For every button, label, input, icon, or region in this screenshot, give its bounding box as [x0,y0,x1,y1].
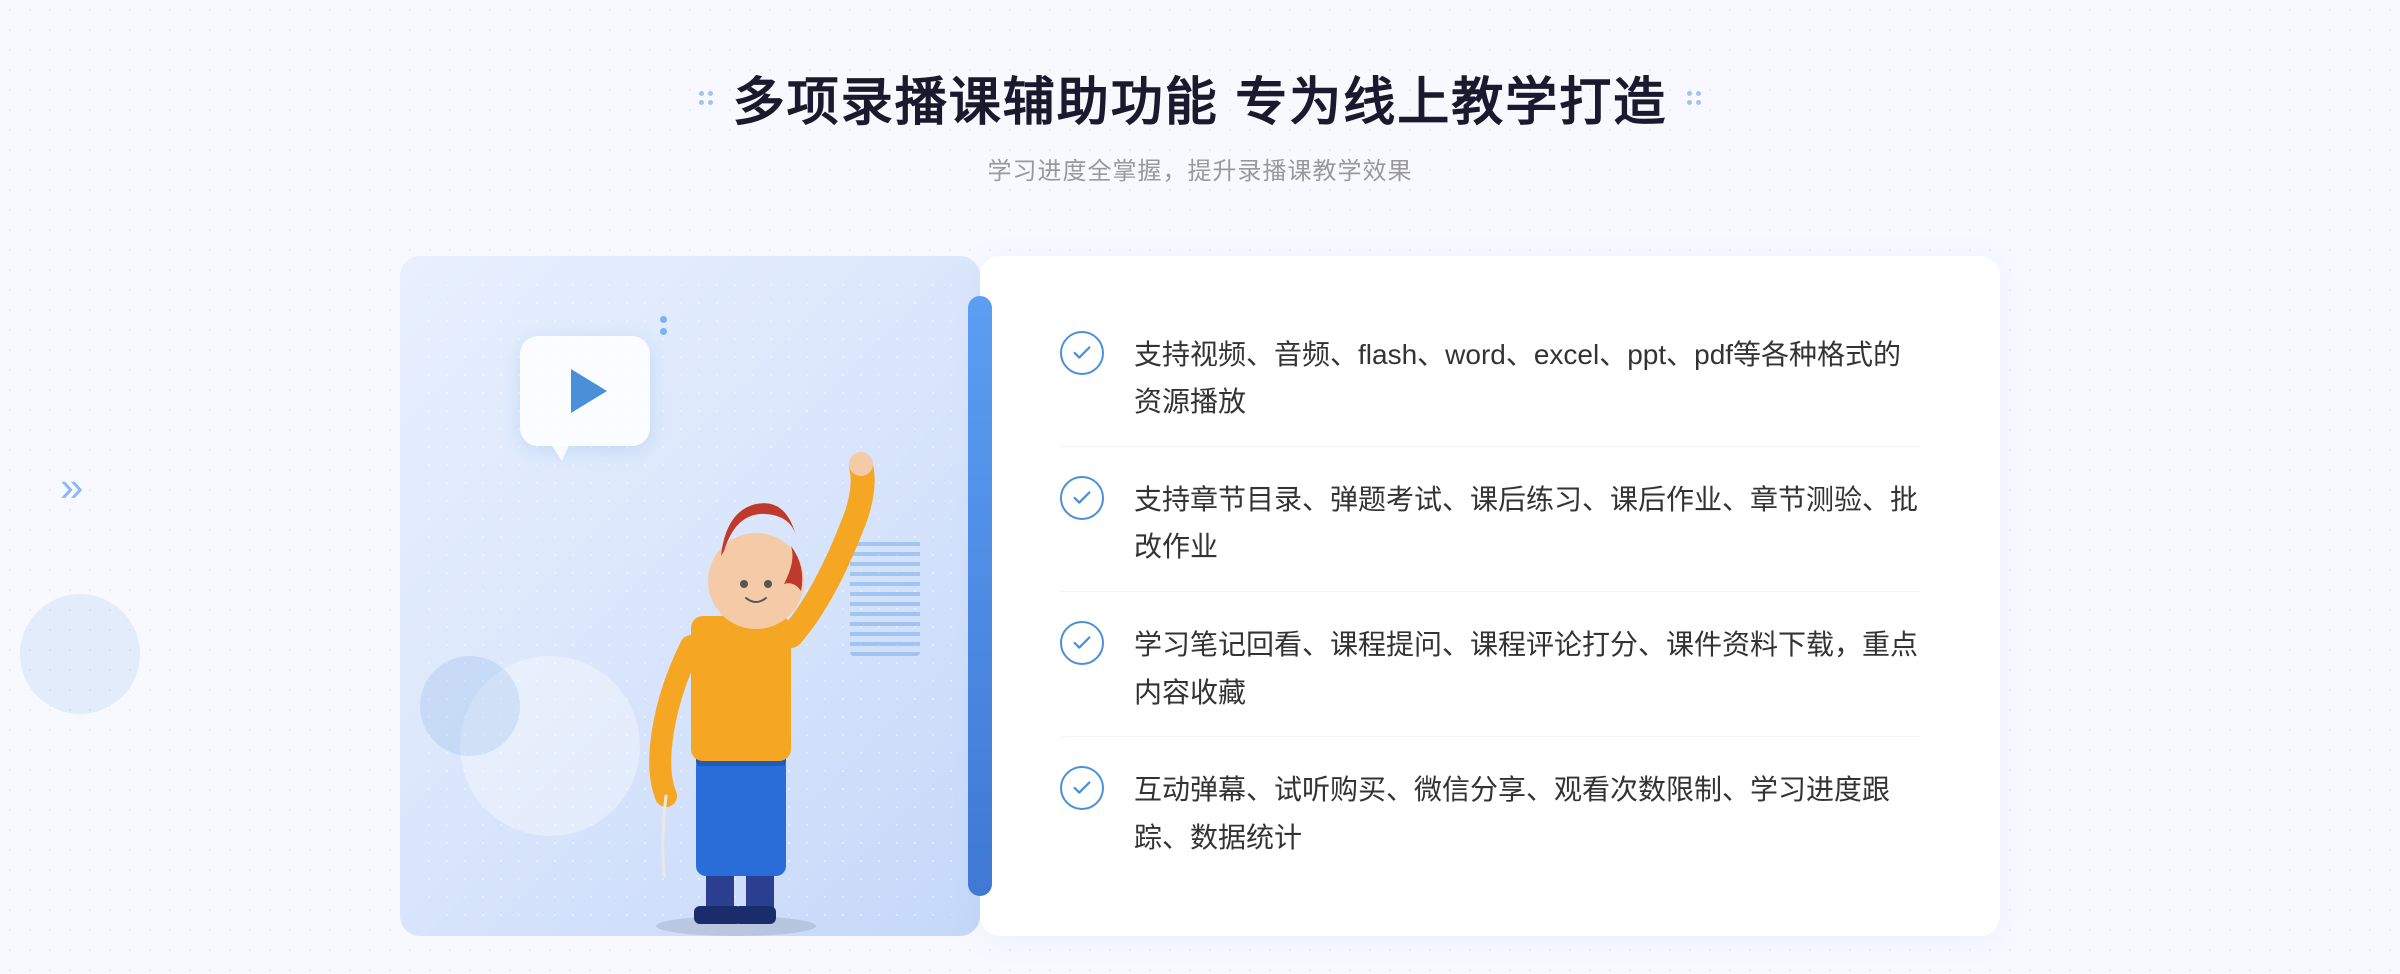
header-section: 多项录播课辅助功能 专为线上教学打造 学习进度全掌握，提升录播课教学效果 [699,60,1701,186]
sparkle-dot [660,328,667,335]
deco-circle-small [420,656,520,756]
chevron-icon: » [60,466,83,508]
person-figure [606,416,886,936]
feature-item: 互动弹幕、试听购买、微信分享、观看次数限制、学习进度跟踪、数据统计 [1060,746,1920,881]
feature-text-3: 学习笔记回看、课程提问、课程评论打分、课件资料下载，重点内容收藏 [1134,621,1920,716]
sparkle-dot [660,316,667,323]
sparkle-decoration [660,316,667,335]
title-dots-left [699,91,713,105]
feature-item: 学习笔记回看、课程提问、课程评论打分、课件资料下载，重点内容收藏 [1060,601,1920,737]
title-dots-right [1687,91,1701,105]
feature-text-4: 互动弹幕、试听购买、微信分享、观看次数限制、学习进度跟踪、数据统计 [1134,766,1920,861]
left-deco-circle [20,594,140,714]
check-circle-3 [1060,621,1104,665]
feature-text-1: 支持视频、音频、flash、word、excel、ppt、pdf等各种格式的资源… [1134,331,1920,426]
page-wrapper: » 多项录播课辅助功能 专为线上教学打造 学习进度全掌握，提升录播课教学效果 [0,0,2400,974]
illustration-area [400,256,980,936]
feature-item: 支持章节目录、弹题考试、课后练习、课后作业、章节测验、批改作业 [1060,456,1920,592]
page-subtitle: 学习进度全掌握，提升录播课教学效果 [699,151,1701,186]
main-content: 支持视频、音频、flash、word、excel、ppt、pdf等各种格式的资源… [400,236,2000,936]
check-circle-4 [1060,766,1104,810]
check-circle-2 [1060,476,1104,520]
feature-text-2: 支持章节目录、弹题考试、课后练习、课后作业、章节测验、批改作业 [1134,476,1920,571]
title-wrapper: 多项录播课辅助功能 专为线上教学打造 [699,60,1701,135]
features-area: 支持视频、音频、flash、word、excel、ppt、pdf等各种格式的资源… [980,256,2000,936]
page-title: 多项录播课辅助功能 专为线上教学打造 [733,60,1667,135]
feature-item: 支持视频、音频、flash、word、excel、ppt、pdf等各种格式的资源… [1060,311,1920,447]
play-icon [571,369,607,413]
check-circle-1 [1060,331,1104,375]
left-chevrons: » [60,466,83,508]
accent-bar [968,296,992,896]
